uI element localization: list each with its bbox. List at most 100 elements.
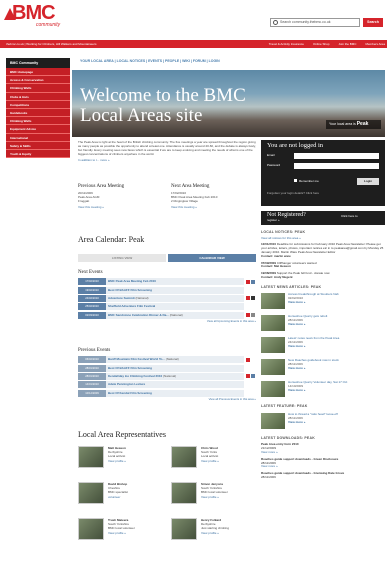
- notice-contact[interactable]: Contact: martin ware: [261, 254, 291, 258]
- view-more-link[interactable]: View more »: [288, 388, 347, 393]
- email-field[interactable]: [294, 153, 379, 159]
- search-button[interactable]: Search: [363, 18, 383, 27]
- view-profile-link[interactable]: View profile »: [108, 531, 135, 535]
- view-more-link[interactable]: View more »: [288, 322, 327, 327]
- event-name[interactable]: Adventure Summit (National): [106, 294, 244, 302]
- sidebar-item[interactable]: Competitions: [6, 100, 70, 109]
- event-name[interactable]: Adele Pennington Lecture: [106, 381, 244, 389]
- sidebar-item[interactable]: International: [6, 133, 70, 142]
- tab-listing-view[interactable]: LISTING VIEW: [78, 254, 166, 262]
- event-row[interactable]: 06/02/2010 Banff Mountain Film Festival W…: [78, 356, 256, 364]
- event-row[interactable]: 02/03/2010 BMC Sandstone Celebration Dinn…: [78, 311, 256, 319]
- register-link[interactable]: register »: [267, 218, 280, 223]
- forgot-details-link[interactable]: Forgotten your login details? Click here: [267, 191, 319, 196]
- notice-contact[interactable]: Contact: Mat Heason: [261, 264, 291, 269]
- event-name[interactable]: Best Of BAAFF Film Screening: [106, 286, 244, 294]
- avatar[interactable]: [171, 482, 197, 504]
- download-item[interactable]: Roaches guide support downloads - Green …: [261, 457, 385, 469]
- event-name[interactable]: Sheffield Adventure Film Festival: [106, 303, 244, 311]
- view-all-upcoming-link[interactable]: View all Upcoming Events in this area »: [78, 319, 256, 324]
- news-thumbnail[interactable]: [261, 337, 285, 354]
- news-thumbnail[interactable]: [261, 293, 285, 310]
- rep-card[interactable]: Henry Folkard Derbyshire Just starting cli…: [171, 516, 256, 546]
- password-field[interactable]: [294, 163, 379, 169]
- event-row[interactable]: 28/01/2010 Best Of BAAFF Film Screening: [78, 364, 256, 372]
- news-item[interactable]: Horseshoe Quarry gets rebolt 28/11/2009 Vi…: [261, 315, 385, 333]
- news-thumbnail[interactable]: [261, 359, 285, 376]
- notice-contact[interactable]: Contact: Andy Nugent: [261, 275, 293, 279]
- tagline[interactable]: thebmc.co.uk | Working for Climbers, Hil…: [6, 40, 96, 48]
- view-more-link[interactable]: View more »: [261, 464, 278, 469]
- feature-item[interactable]: How to thread a "ratio head" loose-off 28…: [261, 412, 385, 431]
- news-item[interactable]: Access breakthrough at Stoutters Nab 02/0…: [261, 293, 385, 311]
- sub-navigation[interactable]: YOUR LOCAL AREA | LOCAL NOTICES | EVENTS…: [80, 59, 220, 64]
- event-row[interactable]: 19/02/2010 Best Of BAAFF Film Screening: [78, 286, 256, 294]
- news-thumbnail[interactable]: [261, 315, 285, 332]
- avatar[interactable]: [171, 518, 197, 540]
- sidebar-item[interactable]: Youth & Equity: [6, 149, 70, 159]
- rep-card[interactable]: David Bishop Cheshire BMC specialist volunt…: [78, 480, 163, 510]
- event-name[interactable]: Best Of BAAFF Film Screening: [106, 364, 244, 372]
- view-more-link[interactable]: View more »: [288, 366, 339, 371]
- sidebar-item[interactable]: Climbing Walls: [6, 84, 70, 93]
- view-all-notices-link[interactable]: View all notices for this area »: [261, 236, 385, 241]
- rep-card[interactable]: Matt Heason Derbyshire Local activist View …: [78, 444, 163, 474]
- rep-card[interactable]: Chris Wood South Yorks Local activist View …: [171, 444, 256, 474]
- sidebar-item[interactable]: Safety & Skills: [6, 141, 70, 150]
- sidebar-item[interactable]: Climbing Walls: [6, 117, 70, 126]
- news-item[interactable]: Horseshoe Quarry Volunteer day, Sat 17 O…: [261, 381, 385, 399]
- sidebar-item[interactable]: Equipment Advice: [6, 125, 70, 134]
- event-row[interactable]: 25/02/2010 Sheffield Adventure Film Festi…: [78, 303, 256, 311]
- avatar[interactable]: [171, 446, 197, 468]
- news-item[interactable]: New Roaches guidebook now in stock 28/11/…: [261, 359, 385, 377]
- sidebar-item[interactable]: Access & Conservation: [6, 76, 70, 85]
- view-more-link[interactable]: View more »: [288, 300, 339, 305]
- event-row[interactable]: 24/02/2010 Adventure Summit (National): [78, 294, 256, 302]
- view-profile-link[interactable]: View profile »: [108, 459, 126, 463]
- tab-calendar-view[interactable]: CALENDAR VIEW: [168, 254, 256, 262]
- top-link-shop[interactable]: Online Shop: [313, 40, 330, 48]
- event-row[interactable]: 14/01/2010 Adele Pennington Lecture: [78, 381, 256, 389]
- feature-thumbnail[interactable]: [261, 412, 285, 429]
- view-more-link[interactable]: View more »: [288, 344, 339, 349]
- avatar[interactable]: [78, 482, 104, 504]
- remember-me-checkbox[interactable]: Remember me: [294, 179, 319, 184]
- event-row[interactable]: 28/01/2010 Kendal/day Ice Climbing Festiv…: [78, 372, 256, 380]
- register-cta[interactable]: Click here to: [341, 214, 358, 219]
- download-item[interactable]: Peak Area entry form 2010 21/12/2009 View …: [261, 443, 385, 454]
- bmc-logo[interactable]: BMC community: [3, 2, 73, 32]
- search-input[interactable]: Search community.thebmc.co.uk: [270, 18, 360, 27]
- event-row[interactable]: 10/12/2009 Best Of Kendal Film Screening: [78, 389, 256, 397]
- login-button[interactable]: Login: [357, 178, 379, 185]
- avatar[interactable]: [78, 518, 104, 540]
- register-panel[interactable]: Not Registered? register » Click here to: [261, 211, 385, 225]
- rep-card[interactable]: Trush Mateera South Yorkshire BMC local vo…: [78, 516, 163, 546]
- view-previous-meeting-link[interactable]: View this meeting »: [78, 205, 163, 210]
- sidebar-item[interactable]: Clubs & Huts: [6, 92, 70, 101]
- view-profile-link[interactable]: volunteer: [108, 495, 128, 499]
- view-profile-link[interactable]: View profile »: [201, 459, 219, 463]
- event-row[interactable]: 17/02/2010 BMC Peak Area Meeting Feb 2010: [78, 278, 256, 286]
- top-link-insurance[interactable]: Travel & Activity Insurance: [269, 40, 304, 48]
- event-name[interactable]: Banff Mountain Film Festival World To...…: [106, 356, 244, 364]
- news-item[interactable]: Latest' notes news from the Peak Area 24/…: [261, 337, 385, 355]
- read-more-link[interactable]: In addition to t... more »: [78, 158, 256, 163]
- download-item[interactable]: Roaches guide support downloads - Grenwi…: [261, 471, 385, 480]
- event-name[interactable]: Best Of Kendal Film Screening: [106, 389, 244, 397]
- event-name[interactable]: BMC Sandstone Celebration Dinner & Da...…: [106, 311, 244, 319]
- view-more-link[interactable]: View more »: [261, 450, 278, 454]
- sidebar-item[interactable]: Guidebooks: [6, 108, 70, 118]
- view-all-previous-link[interactable]: View all Previous Events in this area »: [78, 397, 256, 402]
- sidebar-item[interactable]: BMC Homepage: [6, 68, 70, 77]
- event-name[interactable]: BMC Peak Area Meeting Feb 2010: [106, 278, 244, 286]
- top-link-members[interactable]: Members Area: [365, 40, 385, 48]
- event-name[interactable]: Kendal/day Ice Climbing Festival 2010 (N…: [106, 372, 244, 380]
- news-thumbnail[interactable]: [261, 381, 285, 398]
- avatar[interactable]: [78, 446, 104, 468]
- top-link-join[interactable]: Join the BMC: [338, 40, 356, 48]
- view-more-link[interactable]: View more »: [288, 420, 338, 425]
- rep-card[interactable]: Simon Jenyons South Yorkshire BMC local vo…: [171, 480, 256, 510]
- view-next-meeting-link[interactable]: View this meeting »: [171, 205, 256, 210]
- view-profile-link[interactable]: View profile »: [201, 495, 228, 499]
- view-profile-link[interactable]: View profile »: [201, 531, 229, 535]
